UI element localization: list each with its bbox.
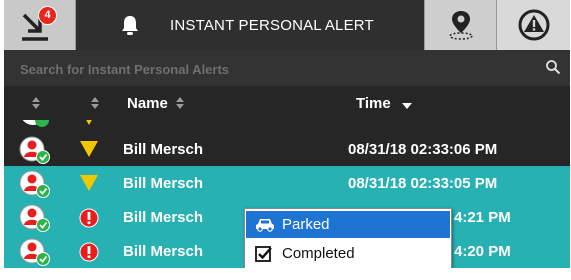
- sort-descending-icon[interactable]: [401, 102, 413, 110]
- column-header-name[interactable]: Name: [127, 95, 168, 112]
- sort-priority-icon[interactable]: [90, 96, 100, 110]
- car-icon: [256, 219, 274, 232]
- person-alert-icon: [19, 136, 50, 164]
- search-bar: [4, 50, 570, 86]
- row-name: Bill Mersch: [123, 175, 204, 192]
- menu-item-completed[interactable]: Completed: [246, 240, 450, 267]
- row-time: 08/31/18 02:33:05 PM: [348, 175, 498, 192]
- table-row[interactable]: Bill Mersch 08/31/18 02:33:05 PM: [4, 166, 570, 200]
- medium-priority-icon: [80, 175, 98, 191]
- bell-icon: [122, 16, 138, 35]
- tab-map-location[interactable]: [424, 0, 496, 50]
- row-name: Bill Mersch: [123, 209, 204, 226]
- notification-badge: 4: [38, 6, 57, 25]
- table-row-partial: [4, 120, 570, 130]
- person-alert-icon: [19, 238, 50, 266]
- map-pin-icon: [449, 11, 473, 40]
- search-input[interactable]: [18, 58, 542, 80]
- row-time: 4:20 PM: [454, 243, 511, 260]
- row-time: 08/31/18 02:33:06 PM: [348, 141, 498, 158]
- tab-instant-personal-alert[interactable]: INSTANT PERSONAL ALERT: [76, 0, 424, 50]
- checkbox-icon: [255, 246, 272, 262]
- high-priority-icon: [79, 242, 99, 262]
- high-priority-icon: [79, 208, 99, 228]
- person-alert-icon: [19, 204, 50, 232]
- menu-item-parked[interactable]: Parked: [246, 211, 450, 238]
- context-menu: Parked Completed: [244, 208, 452, 268]
- tab-warning[interactable]: [496, 0, 570, 50]
- tab-bar: 4 INSTANT PERSONAL ALERT: [4, 0, 570, 50]
- row-time: 4:21 PM: [454, 209, 511, 226]
- medium-priority-icon: [80, 141, 98, 157]
- table-header: Name Time: [4, 86, 570, 120]
- alerts-panel: 4 INSTANT PERSONAL ALERT Search for Inst…: [4, 0, 570, 268]
- menu-item-label: Parked: [282, 216, 330, 233]
- tab-inbox[interactable]: 4: [4, 0, 76, 50]
- sort-type-icon[interactable]: [31, 96, 41, 110]
- search-icon[interactable]: [545, 59, 561, 75]
- table-row[interactable]: Bill Mersch 08/31/18 02:33:06 PM: [4, 132, 570, 166]
- warning-icon: [518, 9, 550, 41]
- sort-name-icon[interactable]: [175, 96, 185, 110]
- row-name: Bill Mersch: [123, 243, 204, 260]
- row-name: Bill Mersch: [123, 141, 204, 158]
- tab-title: INSTANT PERSONAL ALERT: [170, 17, 374, 34]
- person-alert-icon: [19, 170, 50, 198]
- menu-item-label: Completed: [282, 245, 355, 262]
- column-header-time[interactable]: Time: [356, 95, 391, 112]
